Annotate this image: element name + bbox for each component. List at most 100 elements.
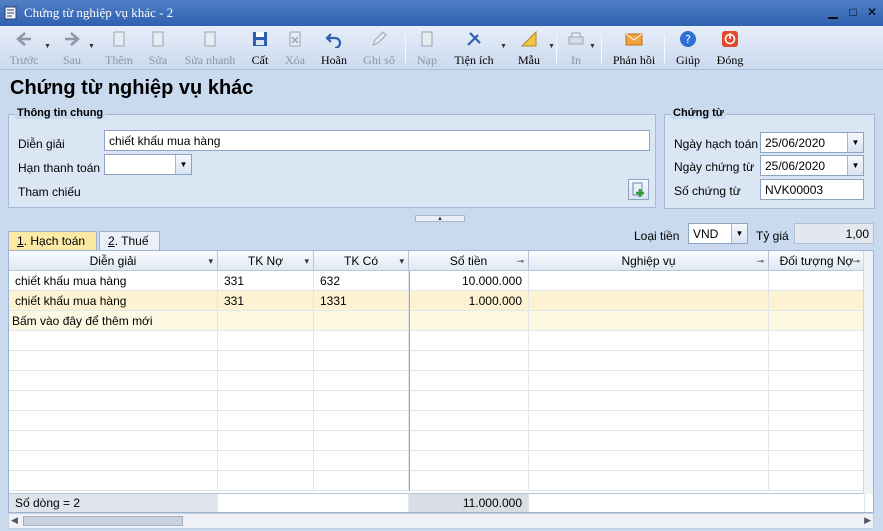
description-input[interactable]: chiết khấu mua hàng [104,130,650,151]
chevron-down-icon[interactable]: ▼ [175,155,191,174]
help-button[interactable]: ? Giúp [675,30,701,68]
svg-text:?: ? [685,33,691,46]
column-header[interactable]: Số tiền ⊸ [409,251,529,271]
chevron-down-icon[interactable]: ▼ [847,156,863,175]
table-row[interactable]: chiết khấu mua hàng 331 1331 1.000.000 [9,291,865,311]
empty-cell [314,351,409,371]
empty-row [9,331,865,351]
scroll-right-icon[interactable]: ▶ [864,515,871,526]
cell-debit-object[interactable] [769,271,865,291]
empty-cell [529,431,769,451]
due-date-input[interactable]: ▼ [104,154,192,175]
empty-cell [769,331,865,351]
empty-cell [314,391,409,411]
tab-tax[interactable]: 2. Thuế [99,231,160,250]
close-window-icon[interactable]: ✕ [864,5,880,21]
cell-credit-account[interactable]: 632 [314,271,409,291]
app-icon [4,6,17,20]
template-button[interactable]: Mẫu ▼ [516,30,555,68]
empty-cell [218,451,314,471]
cell-operation[interactable] [529,271,769,291]
pin-icon[interactable]: ▾ [208,251,213,271]
empty-cell [769,431,865,451]
chevron-down-icon[interactable]: ▼ [847,133,863,152]
new-row[interactable]: Bấm vào đây để thêm mới [9,311,865,331]
empty-cell [769,451,865,471]
pin-icon[interactable]: ▾ [399,251,404,271]
pin-icon[interactable]: ⊸ [756,251,764,271]
empty-cell [409,451,529,471]
window-title-bar: Chứng từ nghiệp vụ khác - 2 ▁ □ ✕ [0,0,883,26]
voucher-no-input[interactable]: NVK00003 [760,179,864,200]
minimize-icon[interactable]: ▁ [825,5,841,21]
delete-button[interactable]: Xóa [283,30,307,68]
ruler-icon [520,30,537,47]
empty-cell [218,431,314,451]
feedback-button[interactable]: Phản hồi [611,30,657,68]
add-reference-button[interactable] [628,179,649,200]
cell-amount[interactable]: 1.000.000 [409,291,529,311]
post-button[interactable]: Ghi sổ [361,30,397,68]
undo-button[interactable]: Hoãn [320,30,348,68]
reference-label: Tham chiếu [18,185,81,199]
window-title: Chứng từ nghiệp vụ khác - 2 [24,5,174,20]
cell-credit-account[interactable]: 1331 [314,291,409,311]
cell-description[interactable]: chiết khấu mua hàng [9,271,218,291]
currency-select[interactable]: VND ▼ [688,223,748,244]
column-header[interactable]: Diễn giải ▾ [9,251,218,271]
vertical-scrollbar[interactable] [863,251,873,494]
empty-cell [9,331,218,351]
horizontal-scrollbar[interactable]: ◀ ▶ [8,513,874,529]
empty-cell [218,411,314,431]
save-button[interactable]: Cất [249,30,271,68]
empty-row [9,431,865,451]
new-row-hint[interactable]: Bấm vào đây để thêm mới [9,311,218,331]
voucher-date-label: Ngày chứng từ [674,160,755,174]
empty-cell [529,391,769,411]
empty-cell [529,331,769,351]
add-button[interactable]: Thêm [104,30,134,68]
envelope-icon [625,33,643,46]
scroll-left-icon[interactable]: ◀ [11,515,18,526]
collapse-splitter-icon[interactable]: ▲ [415,215,465,222]
empty-cell [529,471,769,491]
empty-row [9,411,865,431]
cell-debit-account[interactable]: 331 [218,291,314,311]
empty-cell [218,331,314,351]
pin-icon[interactable]: ⊸ [852,251,860,271]
cell-operation[interactable] [529,291,769,311]
edit-button[interactable]: Sửa [145,30,171,68]
column-header[interactable]: TK Nợ ▾ [218,251,314,271]
close-button[interactable]: Đóng [715,30,745,68]
posting-date-input[interactable]: 25/06/2020 ▼ [760,132,864,153]
tab-accounting[interactable]: 1. Hạch toán [8,231,97,250]
page-title: Chứng từ nghiệp vụ khác [10,77,254,99]
voucher-date-input[interactable]: 25/06/2020 ▼ [760,155,864,176]
chevron-down-icon[interactable]: ▼ [731,224,747,243]
utility-button[interactable]: Tiện ích ▼ [453,30,507,68]
pin-icon[interactable]: ▾ [304,251,309,271]
next-button[interactable]: Sau ▼ [58,30,95,68]
general-info-group: Thông tin chung Diễn giải chiết khấu mua… [8,107,656,208]
cell-amount[interactable]: 10.000.000 [409,271,529,291]
cell-debit-object[interactable] [769,291,865,311]
load-button[interactable]: Nạp [414,30,440,68]
pin-icon[interactable]: ⊸ [516,251,524,271]
empty-cell [314,431,409,451]
cell-debit-account[interactable]: 331 [218,271,314,291]
empty-cell [9,411,218,431]
empty-cell [769,411,865,431]
maximize-icon[interactable]: □ [845,5,861,21]
quick-edit-button[interactable]: Sửa nhanh [182,30,238,68]
cell-description[interactable]: chiết khấu mua hàng [9,291,218,311]
print-button[interactable]: In ▼ [565,30,596,68]
back-button[interactable]: Trước ▼ [8,30,51,68]
pencil-icon [372,31,387,46]
column-header[interactable]: Nghiệp vụ ⊸ [529,251,769,271]
table-row[interactable]: chiết khấu mua hàng 331 632 10.000.000 [9,271,865,291]
scroll-thumb[interactable] [23,516,183,526]
column-header[interactable]: Đối tượng Nợ ⊸ [769,251,865,271]
exchange-rate-input[interactable]: 1,00 [794,223,874,244]
empty-row [9,451,865,471]
column-header[interactable]: TK Có ▾ [314,251,409,271]
